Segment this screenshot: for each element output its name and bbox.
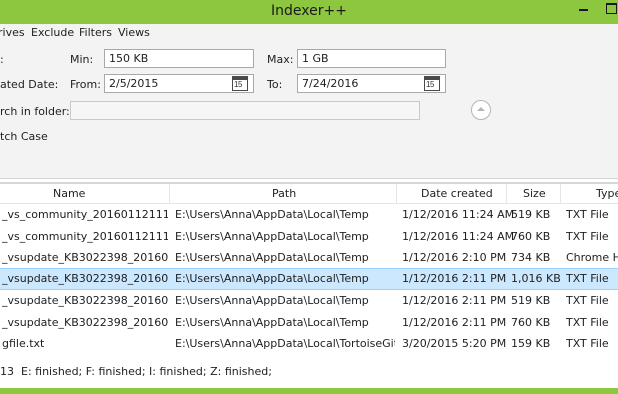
cell-name: _vs_community_20160112111910_0 [2,230,168,243]
cell-type: TXT File [566,230,609,243]
minimize-icon[interactable] [570,0,600,20]
cell-date: 1/12/2016 2:10 PM [402,251,507,264]
to-label: To: [267,78,283,91]
cell-date: 3/20/2015 5:20 PM [402,337,507,350]
table-row[interactable]: _vs_community_20160112111910_0 E:\Users\… [0,204,618,226]
collapse-filters-icon[interactable] [471,100,491,120]
search-folder-label: rch in folder: [0,105,70,118]
status-bar: 13 E: finished; F: finished; I: finished… [0,361,618,388]
cell-name: _vsupdate_KB3022398_2016011214 [2,251,168,264]
table-row[interactable]: gfile.txt E:\Users\Anna\AppData\Local\To… [0,333,618,355]
cell-type: TXT File [566,316,609,329]
cell-size: 159 KB [511,337,551,350]
cell-date: 1/12/2016 2:11 PM [402,294,507,307]
table-row-selected[interactable]: _vsupdate_KB3022398_2016011214 E:\Users\… [0,268,618,290]
table-header: Name Path Date created Size Type [0,184,618,204]
column-header-path[interactable]: Path [272,187,296,200]
cell-name: _vsupdate_KB3022398_2016011214 [2,272,168,285]
calendar-day: 15 [426,80,434,89]
min-size-input[interactable]: 150 KB [104,49,254,68]
menu-views[interactable]: Views [118,26,150,39]
cell-type: TXT File [566,272,609,285]
result-count: 13 [0,365,14,378]
cell-size: 1,016 KB [511,272,561,285]
window-title: Indexer++ [271,3,347,19]
cell-name: _vs_community_20160112111910_0 [2,208,168,221]
cell-type: TXT File [566,208,609,221]
title-bar: Indexer++ [0,0,618,24]
column-header-date[interactable]: Date created [421,187,493,200]
table-row[interactable]: _vsupdate_KB3022398_2016011214 E:\Users\… [0,312,618,334]
cell-date: 1/12/2016 2:11 PM [402,316,507,329]
from-label: From: [70,78,101,91]
cell-path: E:\Users\Anna\AppData\Local\TortoiseGit [175,337,395,350]
cell-size: 734 KB [511,251,551,264]
column-separator[interactable] [396,184,397,204]
match-case-label[interactable]: tch Case [0,130,48,143]
column-separator[interactable] [169,184,170,204]
menu-drives[interactable]: rives [0,26,25,39]
cell-size: 760 KB [511,316,551,329]
maximize-icon[interactable] [598,0,618,20]
cell-path: E:\Users\Anna\AppData\Local\Temp [175,230,369,243]
column-header-type[interactable]: Type [596,187,618,200]
cell-type: TXT File [566,294,609,307]
calendar-icon[interactable]: 15 [424,76,440,91]
app-client-area: rives Exclude Filters Views : Min: 150 K… [0,24,618,388]
max-label: Max: [267,53,294,66]
cell-date: 1/12/2016 11:24 AM [402,208,515,221]
table-row[interactable]: _vsupdate_KB3022398_2016011214 E:\Users\… [0,247,618,269]
table-row[interactable]: _vsupdate_KB3022398_2016011214 E:\Users\… [0,290,618,312]
cell-date: 1/12/2016 11:24 AM [402,230,515,243]
cell-path: E:\Users\Anna\AppData\Local\Temp [175,294,369,307]
cell-type: Chrome HT [566,251,618,264]
cell-date: 1/12/2016 2:11 PM [402,272,507,285]
column-separator[interactable] [506,184,507,204]
cell-size: 519 KB [511,294,551,307]
cell-path: E:\Users\Anna\AppData\Local\Temp [175,316,369,329]
size-label: : [0,53,4,66]
window-border-bottom [0,388,618,394]
cell-name: _vsupdate_KB3022398_2016011214 [2,294,168,307]
to-date-value: 7/24/2016 [302,77,359,90]
min-label: Min: [70,53,94,66]
cell-name: gfile.txt [2,337,45,350]
menu-filters[interactable]: Filters [79,26,112,39]
menu-exclude[interactable]: Exclude [31,26,74,39]
menu-bar: rives Exclude Filters Views [0,24,618,42]
column-header-name[interactable]: Name [53,187,85,200]
cell-path: E:\Users\Anna\AppData\Local\Temp [175,272,369,285]
cell-type: TXT File [566,337,609,350]
drive-status: E: finished; F: finished; I: finished; Z… [21,365,272,378]
search-folder-input[interactable] [70,101,420,120]
max-size-input[interactable]: 1 GB [297,49,446,68]
created-date-label: ated Date: [0,78,59,91]
cell-size: 519 KB [511,208,551,221]
cell-name: _vsupdate_KB3022398_2016011214 [2,316,168,329]
table-row[interactable]: _vs_community_20160112111910_0 E:\Users\… [0,226,618,248]
cell-size: 760 KB [511,230,551,243]
column-header-size[interactable]: Size [523,187,546,200]
filter-panel: : Min: 150 KB Max: 1 GB ated Date: From:… [0,42,618,179]
column-separator[interactable] [560,184,561,204]
calendar-icon[interactable]: 15 [232,76,248,91]
cell-path: E:\Users\Anna\AppData\Local\Temp [175,208,369,221]
from-date-value: 2/5/2015 [109,77,159,90]
calendar-day: 15 [234,80,242,89]
cell-path: E:\Users\Anna\AppData\Local\Temp [175,251,369,264]
